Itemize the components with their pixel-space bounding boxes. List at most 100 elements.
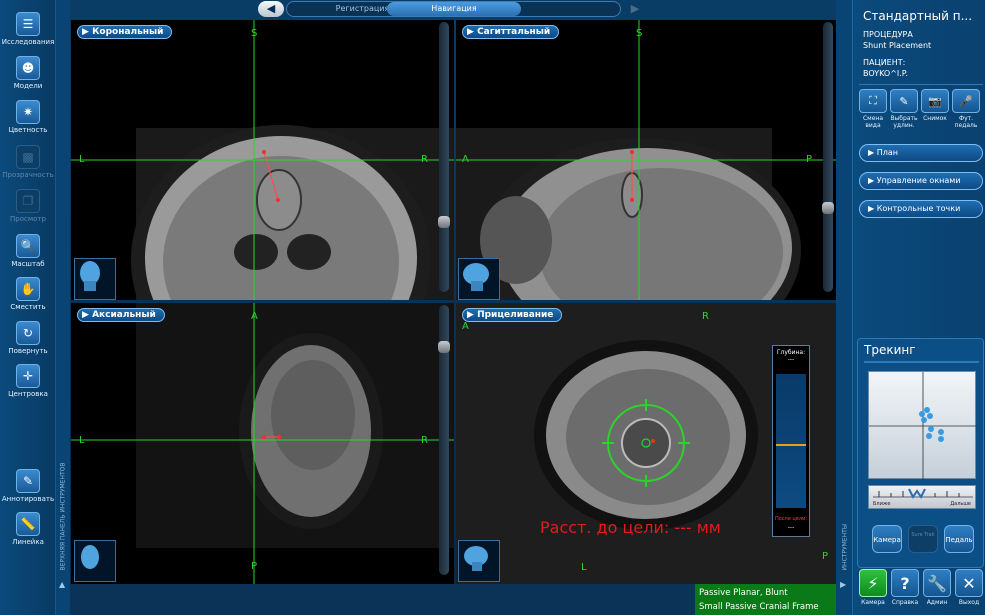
button-label: Фут. педаль <box>954 115 978 129</box>
viewport-label-coronal[interactable]: ▶ Корональный <box>77 25 173 39</box>
slice-slider-handle[interactable] <box>822 202 834 214</box>
procedure-value: Shunt Placement <box>863 41 932 50</box>
tool-rotate[interactable]: ↻ Повернуть <box>0 321 56 355</box>
select-tool-button[interactable]: ✎ Выбрать удлин. <box>889 89 919 129</box>
tracking-markers <box>869 372 977 480</box>
orientation-right: R <box>421 435 428 446</box>
expander-label: План <box>876 148 898 157</box>
tool-label: Линейка <box>12 538 44 546</box>
viewport-label-text: Сагиттальный <box>477 27 551 37</box>
coronal-image <box>71 20 454 300</box>
slice-slider[interactable] <box>439 22 449 292</box>
foot-pedal-button[interactable]: 🎤 Фут. педаль <box>951 89 981 129</box>
ruler-ticks <box>873 488 973 499</box>
tool-ruler[interactable]: 📏 Линейка <box>0 512 56 546</box>
tool-color[interactable]: ✷ Цветность <box>0 100 56 134</box>
forward-arrow-button: ▶ <box>630 2 640 15</box>
divider <box>864 361 979 363</box>
head-orientation-thumbnail[interactable] <box>74 540 116 582</box>
orientation-top: S <box>251 28 258 39</box>
head-orientation-thumbnail[interactable] <box>74 258 116 300</box>
distance-ruler: Ближе Дальше <box>868 485 976 509</box>
button-label: Смена вида <box>862 115 883 129</box>
slice-slider[interactable] <box>823 22 833 292</box>
patient-value: BOYKO^I.P. <box>863 69 908 78</box>
collapse-arrow-icon[interactable]: ▲ <box>59 580 65 589</box>
orientation-left: L <box>79 154 85 165</box>
tool-studies[interactable]: ☰ Исследования <box>0 12 56 46</box>
wrench-icon: 🔧 <box>923 569 951 597</box>
slice-slider-handle[interactable] <box>438 341 450 353</box>
viewport-label-axial[interactable]: ▶ Аксиальный <box>77 308 165 322</box>
expander-label: Управление окнами <box>876 176 961 185</box>
tool-annotate[interactable]: ✎ Аннотировать <box>0 469 56 503</box>
snapshot-button[interactable]: 📷 Снимок <box>920 89 950 122</box>
pan-icon: ✋ <box>16 277 40 301</box>
procedure-title: Стандартный п... <box>863 9 973 23</box>
orientation-bottom: P <box>251 561 258 572</box>
procedure-label: ПРОЦЕДУРА <box>863 30 913 39</box>
view-change-button[interactable]: ⛶ Смена вида <box>858 89 888 129</box>
orientation-top: A <box>251 311 258 322</box>
tool-models[interactable]: ☻ Модели <box>0 56 56 90</box>
expander-plan[interactable]: ▶ План <box>859 144 983 162</box>
tool-views: ❐ Просмотр <box>0 189 56 223</box>
orientation-top: S <box>636 28 643 39</box>
viewport-axial[interactable]: ▶ Аксиальный A L R P <box>71 303 454 584</box>
right-collapse-strip[interactable]: ИНСТРУМЕНТЫ ▶ <box>836 0 852 615</box>
annotate-icon: ✎ <box>16 469 40 493</box>
head-model-icon <box>463 263 489 291</box>
tab-navigation[interactable]: Навигация <box>387 2 521 16</box>
head-orientation-thumbnail[interactable] <box>458 540 500 582</box>
viewport-sagittal[interactable]: ▶ Сагиттальный S A P <box>456 20 837 300</box>
orientation-left: A <box>462 321 469 332</box>
tool-transparency: ▩ Прозрачность <box>0 145 56 179</box>
view-change-icon: ⛶ <box>859 89 887 113</box>
depth-gauge: Глубина: --- После цели: --- <box>772 345 810 537</box>
help-button[interactable]: ? Справка <box>891 569 919 606</box>
center-icon: ✛ <box>16 364 40 388</box>
button-label: Выход <box>958 599 980 606</box>
ruler-far-label: Дальше <box>950 501 971 507</box>
expander-window-control[interactable]: ▶ Управление окнами <box>859 172 983 190</box>
tool-label: Аннотировать <box>1 495 55 503</box>
head-orientation-thumbnail[interactable] <box>458 258 500 300</box>
expander-checkpoints[interactable]: ▶ Контрольные точки <box>859 200 983 218</box>
viewport-targeting[interactable]: ▶ Прицеливание R A L P Глубина: --- Посл… <box>456 303 837 584</box>
depth-label: Глубина: <box>776 349 806 356</box>
bottom-strip <box>70 584 695 615</box>
close-icon: ✕ <box>955 569 983 597</box>
viewport-label-targeting[interactable]: ▶ Прицеливание <box>462 308 563 322</box>
tracking-title: Трекинг <box>864 343 916 357</box>
button-label: Выбрать удлин. <box>890 115 918 129</box>
zoom-icon: 🔍 <box>16 234 40 258</box>
camera-tool-button[interactable]: ⚡ Камера <box>859 569 887 606</box>
workflow-nav: ◀ Регистрация Навигация ▶ <box>258 0 648 18</box>
past-target-value: --- <box>787 524 795 531</box>
depth-value: --- <box>787 356 795 363</box>
tracking-camera-button[interactable]: Камера <box>872 525 902 553</box>
right-panel: Стандартный п... ПРОЦЕДУРА Shunt Placeme… <box>852 0 985 615</box>
tool-zoom[interactable]: 🔍 Масштаб <box>0 234 56 268</box>
viewport-coronal[interactable]: ▶ Корональный S L R <box>71 20 454 300</box>
tool-pan[interactable]: ✋ Сместить <box>0 277 56 311</box>
tool-label: Цветность <box>8 126 48 134</box>
tool-label: Модели <box>13 82 43 90</box>
orientation-right: P <box>822 551 829 562</box>
left-collapse-strip[interactable]: ВЕРХНЯЯ ПАНЕЛЬ ИНСТРУМЕНТОВ ▲ <box>56 0 70 615</box>
viewport-label-text: Аксиальный <box>92 310 156 320</box>
tool-label: Сместить <box>10 303 46 311</box>
tracking-pedal-button[interactable]: Педаль <box>944 525 974 553</box>
orientation-bottom: L <box>581 562 587 573</box>
slice-slider-handle[interactable] <box>438 216 450 228</box>
exit-button[interactable]: ✕ Выход <box>955 569 983 606</box>
collapse-arrow-icon[interactable]: ▶ <box>840 580 846 589</box>
viewport-label-sagittal[interactable]: ▶ Сагиттальный <box>462 25 560 39</box>
camera-tool-icon: ⚡ <box>859 569 887 597</box>
sure-trak-button: Sure Trak <box>908 525 938 553</box>
tool-center[interactable]: ✛ Центровка <box>0 364 56 398</box>
views-icon: ❐ <box>16 189 40 213</box>
tool-select-icon: ✎ <box>890 89 918 113</box>
back-arrow-button[interactable]: ◀ <box>258 1 284 17</box>
admin-button[interactable]: 🔧 Админ <box>923 569 951 606</box>
